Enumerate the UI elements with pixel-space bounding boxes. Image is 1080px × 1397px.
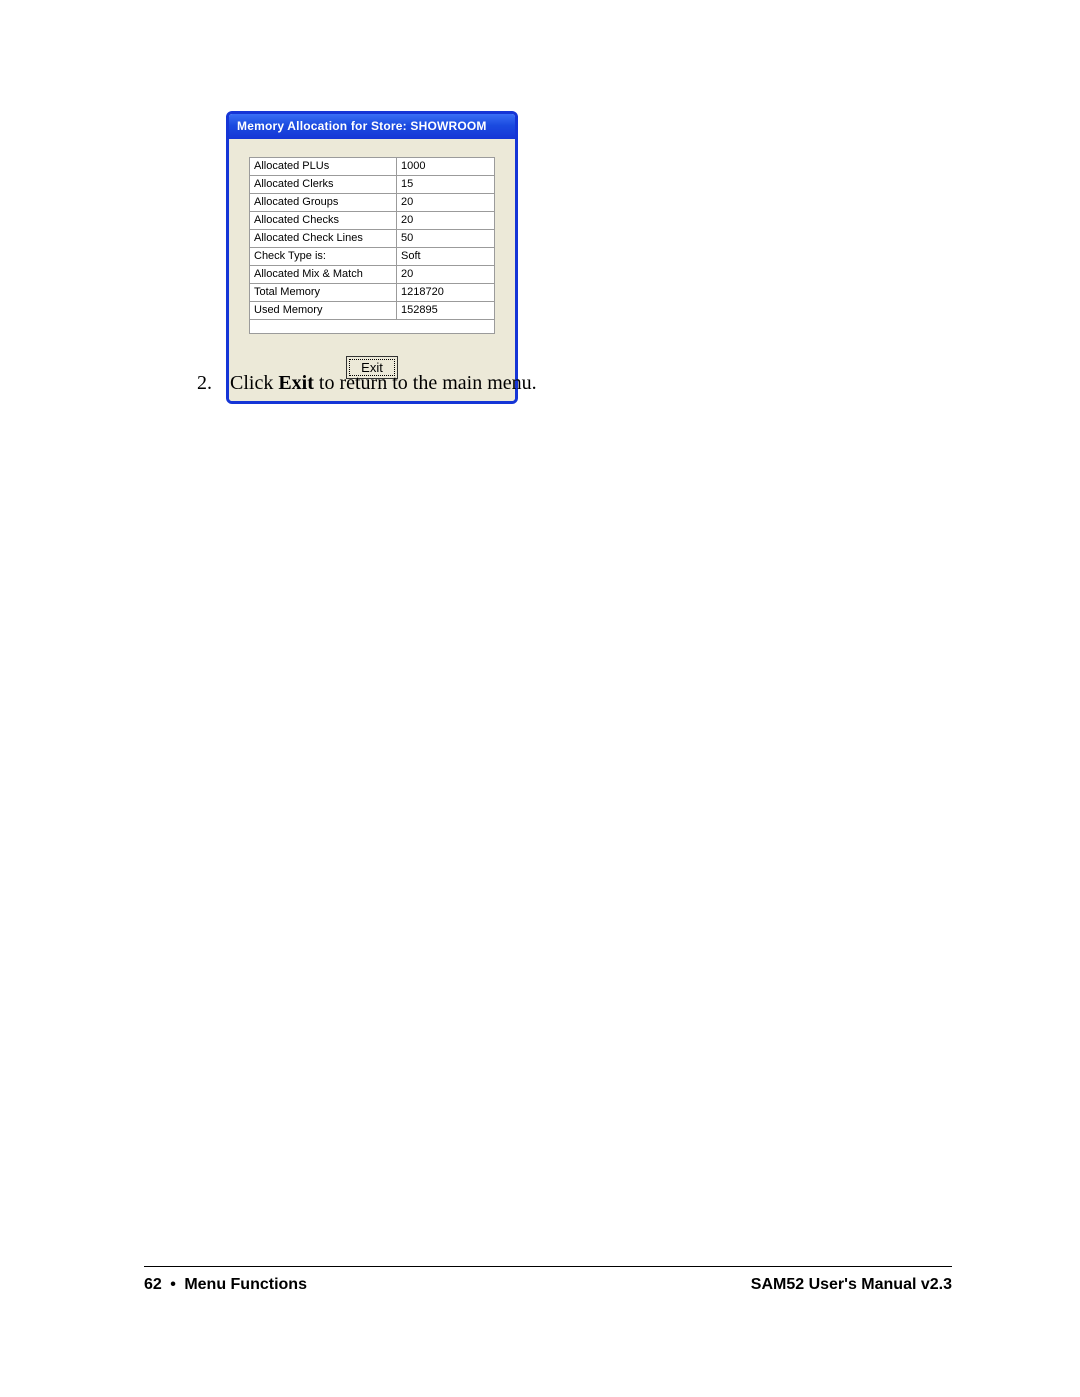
table-row: Total Memory 1218720 [250, 284, 495, 302]
instruction-step: 2. Click Exit to return to the main menu… [197, 372, 537, 395]
table-row: Allocated PLUs 1000 [250, 158, 495, 176]
step-text-bold: Exit [278, 372, 314, 394]
dialog-body: Allocated PLUs 1000 Allocated Clerks 15 … [229, 139, 515, 401]
row-label: Allocated Mix & Match [250, 266, 397, 284]
footer-left: 62 • Menu Functions [144, 1276, 307, 1294]
table-row: Check Type is: Soft [250, 248, 495, 266]
footer-separator: • [166, 1276, 180, 1293]
row-value: 15 [397, 176, 495, 194]
footer-divider [144, 1266, 952, 1267]
row-value: 20 [397, 212, 495, 230]
table-row: Allocated Clerks 15 [250, 176, 495, 194]
page-footer: 62 • Menu Functions SAM52 User's Manual … [144, 1276, 952, 1294]
footer-manual-title: SAM52 User's Manual v2.3 [751, 1276, 952, 1294]
row-value: 50 [397, 230, 495, 248]
dialog-titlebar: Memory Allocation for Store: SHOWROOM [229, 114, 515, 139]
row-label: Used Memory [250, 302, 397, 320]
row-value: 1218720 [397, 284, 495, 302]
table-blank-row [250, 320, 495, 334]
table-row: Allocated Groups 20 [250, 194, 495, 212]
row-label: Allocated Check Lines [250, 230, 397, 248]
row-value: 1000 [397, 158, 495, 176]
row-label: Allocated Clerks [250, 176, 397, 194]
allocation-table: Allocated PLUs 1000 Allocated Clerks 15 … [249, 157, 495, 334]
row-label: Check Type is: [250, 248, 397, 266]
footer-section: Menu Functions [184, 1276, 307, 1293]
row-value: Soft [397, 248, 495, 266]
row-label: Allocated Groups [250, 194, 397, 212]
document-page: Memory Allocation for Store: SHOWROOM Al… [0, 0, 1080, 1397]
row-label: Allocated Checks [250, 212, 397, 230]
memory-allocation-dialog: Memory Allocation for Store: SHOWROOM Al… [226, 111, 518, 404]
table-row: Allocated Check Lines 50 [250, 230, 495, 248]
row-value: 152895 [397, 302, 495, 320]
row-label: Total Memory [250, 284, 397, 302]
row-label: Allocated PLUs [250, 158, 397, 176]
table-row: Allocated Mix & Match 20 [250, 266, 495, 284]
row-value: 20 [397, 266, 495, 284]
row-value: 20 [397, 194, 495, 212]
table-row: Allocated Checks 20 [250, 212, 495, 230]
step-text-post: to return to the main menu. [314, 372, 537, 394]
table-row: Used Memory 152895 [250, 302, 495, 320]
step-number: 2. [197, 372, 225, 395]
step-text-pre: Click [230, 372, 278, 394]
footer-page-number: 62 [144, 1276, 162, 1293]
